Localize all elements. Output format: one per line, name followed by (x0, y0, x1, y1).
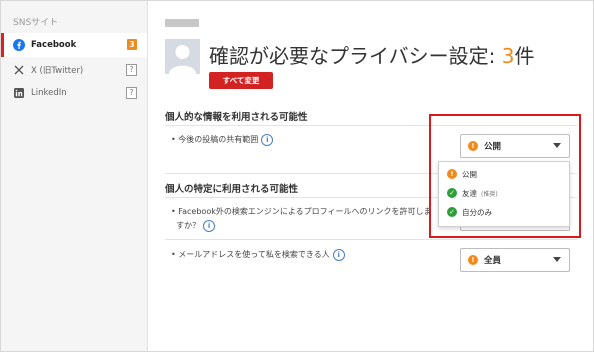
section-title: 個人的な情報を利用される可能性 (165, 112, 308, 123)
sidebar: SNSサイト Facebook 3 X (旧Twitter) ? LinkedI… (1, 1, 148, 351)
facebook-icon (13, 39, 25, 51)
setting-email-lookup: • メールアドレスを使って私を検索できる人 i (171, 248, 345, 262)
sidebar-item-label: X (旧Twitter) (31, 66, 84, 76)
x-twitter-icon (13, 64, 25, 76)
info-icon[interactable]: i (261, 133, 274, 146)
setting-post-audience: • 今後の投稿の共有範囲 i (171, 133, 274, 147)
chevron-down-icon (553, 257, 561, 262)
change-all-button[interactable]: すべて変更 (209, 72, 273, 89)
sidebar-item-label: LinkedIn (31, 88, 67, 98)
sidebar-header: SNSサイト (13, 18, 59, 28)
avatar (165, 39, 200, 74)
unknown-status-badge: ? (126, 64, 137, 76)
page-title: 確認が必要なプライバシー設定: 3件 (209, 44, 535, 68)
issue-count-badge: 3 (127, 39, 137, 50)
sidebar-item-label: Facebook (31, 40, 77, 50)
linkedin-icon (13, 87, 25, 99)
issue-count: 3 (501, 44, 515, 68)
highlight-annotation (429, 114, 581, 238)
sidebar-item-facebook[interactable]: Facebook 3 (1, 33, 147, 57)
username-redacted (165, 19, 199, 27)
app-window: SNSサイト Facebook 3 X (旧Twitter) ? LinkedI… (0, 0, 594, 352)
info-icon[interactable]: i (332, 248, 345, 261)
unknown-status-badge: ? (126, 87, 137, 99)
section-title: 個人の特定に利用される可能性 (165, 184, 299, 195)
sidebar-item-x-twitter[interactable]: X (旧Twitter) ? (1, 58, 147, 82)
setting-search-engine-link: • Facebook外の検索エンジンによるプロフィールへのリンクを許可しま すか… (171, 207, 432, 232)
email-lookup-select[interactable]: ! 全員 (460, 248, 570, 272)
warning-icon: ! (468, 255, 478, 265)
sidebar-item-linkedin[interactable]: LinkedIn ? (1, 81, 147, 105)
divider (165, 239, 577, 240)
info-icon[interactable]: i (203, 219, 216, 232)
